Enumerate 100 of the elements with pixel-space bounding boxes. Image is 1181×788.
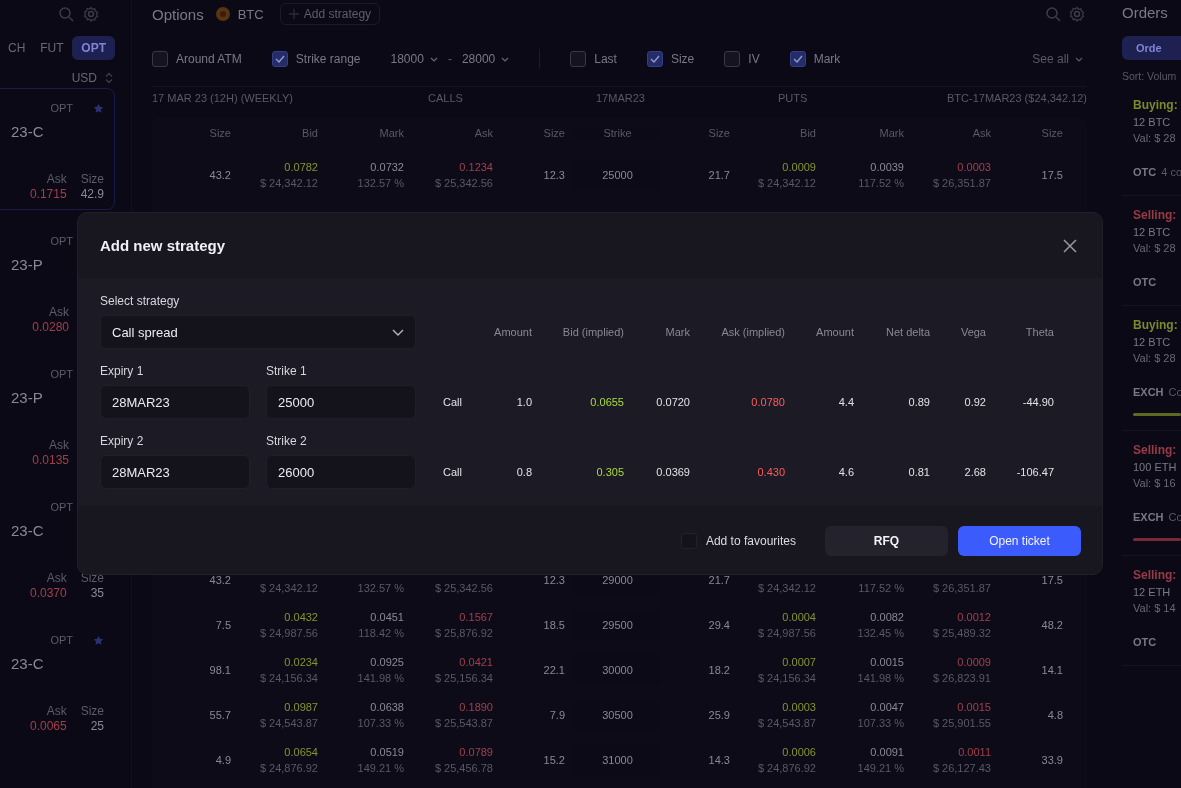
primary-button[interactable]: Open ticket bbox=[958, 526, 1081, 556]
cell-subvalue: $ 24,987.56 bbox=[757, 625, 816, 641]
market-tab[interactable]: FUT bbox=[34, 36, 70, 60]
checkbox[interactable] bbox=[271, 51, 288, 67]
expiry-field[interactable]: 28MAR23 bbox=[100, 385, 250, 419]
cell-subvalue: 141.98 % bbox=[357, 670, 404, 686]
secondary-button[interactable]: RFQ bbox=[825, 526, 948, 556]
ask-label: Ask bbox=[46, 704, 67, 718]
star-icon[interactable] bbox=[93, 634, 104, 646]
chevron-down-icon bbox=[1075, 56, 1083, 62]
checkbox[interactable] bbox=[724, 51, 741, 67]
order-card[interactable]: Selling: 12 ETH Val: $ 14 OTC bbox=[1122, 556, 1181, 666]
table-cell-text: 0.0369 bbox=[655, 466, 690, 478]
instrument-name: 23-P bbox=[10, 256, 44, 273]
cell-subvalue: 118.42 % bbox=[358, 625, 404, 641]
column-header: Amount bbox=[815, 326, 854, 338]
asset-label[interactable]: BTC bbox=[237, 6, 264, 22]
order-card[interactable]: Selling: 12 BTC Val: $ 28 OTC bbox=[1122, 196, 1181, 306]
checkbox[interactable] bbox=[646, 51, 663, 67]
ask-value: 0.0370 bbox=[29, 586, 67, 600]
cell-subvalue: $ 24,543.87 bbox=[757, 715, 816, 731]
table-cell-text: 21.7 bbox=[708, 167, 730, 183]
table-cell-text: 18.2 bbox=[708, 662, 730, 678]
table-cell-text: 0.92 bbox=[963, 396, 986, 408]
order-quantity: 12 ETH bbox=[1133, 585, 1172, 600]
order-value: Val: $ 28 bbox=[1133, 241, 1177, 256]
checkbox[interactable] bbox=[789, 51, 806, 67]
table-cell-text: 0.0234 bbox=[284, 654, 318, 670]
order-card[interactable]: Buying: 12 BTC Val: $ 28 OTC 4 co bbox=[1122, 86, 1181, 196]
ask-label: Ask bbox=[46, 172, 67, 186]
table-cell-text: 0.0011 bbox=[958, 744, 991, 760]
strike-field[interactable]: 25000 bbox=[266, 385, 416, 419]
table-cell-text: 0.0925 bbox=[370, 654, 404, 670]
table-cell-text: 7.5 bbox=[215, 617, 231, 633]
filter-label: Around ATM bbox=[176, 52, 242, 66]
table-cell-text: 0.81 bbox=[907, 466, 930, 478]
see-all-dropdown[interactable]: See all bbox=[1032, 52, 1083, 66]
settings-icon[interactable] bbox=[1069, 6, 1085, 22]
table-cell-text: 0.0432 bbox=[284, 609, 318, 625]
checkbox[interactable] bbox=[570, 51, 587, 67]
column-header: Size bbox=[707, 127, 730, 139]
table-cell-text: 0.0004 bbox=[782, 609, 816, 625]
star-icon[interactable] bbox=[93, 102, 104, 114]
market-tab[interactable]: OPT bbox=[72, 36, 115, 60]
table-cell-text: 0.0654 bbox=[284, 744, 318, 760]
field-label: Expiry 1 bbox=[100, 363, 145, 379]
column-toggle-label: Size bbox=[670, 52, 695, 66]
settings-icon[interactable] bbox=[83, 6, 99, 22]
column-header: Amount bbox=[493, 326, 532, 338]
order-side: Selling: bbox=[1133, 207, 1178, 224]
table-cell-text: 0.0638 bbox=[370, 699, 404, 715]
strategy-dropdown[interactable]: Call spread bbox=[100, 315, 416, 349]
currency-label[interactable]: USD bbox=[71, 71, 97, 85]
table-cell-text: 0.0789 bbox=[459, 744, 493, 760]
orders-title: Orders bbox=[1122, 3, 1169, 23]
column-header: Size bbox=[208, 127, 231, 139]
market-tab[interactable]: CH bbox=[2, 36, 32, 60]
close-icon[interactable] bbox=[1063, 238, 1077, 253]
table-cell-text: 4.8 bbox=[1047, 707, 1063, 723]
order-quantity: 12 BTC bbox=[1133, 115, 1172, 130]
table-cell-text: 0.89 bbox=[907, 396, 930, 408]
sort-arrows-icon[interactable] bbox=[105, 72, 113, 84]
instrument-card[interactable]: OPT 23-C Ask 0.0065 Size 25 bbox=[0, 620, 115, 742]
expiry-field[interactable]: 28MAR23 bbox=[100, 455, 250, 489]
instrument-tag: OPT bbox=[50, 368, 73, 380]
cell-subvalue: $ 24,342.12 bbox=[259, 175, 318, 191]
order-side: Selling: bbox=[1133, 442, 1178, 459]
range-to-dropdown[interactable]: 28000 bbox=[461, 52, 510, 66]
order-value: Val: $ 28 bbox=[1133, 131, 1177, 146]
option-type: Call bbox=[443, 466, 463, 478]
add-strategy-button[interactable]: Add strategy bbox=[279, 3, 381, 25]
order-value: Val: $ 14 bbox=[1133, 601, 1177, 616]
search-icon[interactable] bbox=[1045, 6, 1061, 22]
table-cell-text: 0.8 bbox=[515, 466, 532, 478]
table-cell-text: 31000 bbox=[602, 752, 633, 768]
range-from-dropdown[interactable]: 18000 bbox=[390, 52, 438, 66]
instrument-name: 23-C bbox=[10, 655, 45, 672]
field-label: Select strategy bbox=[100, 293, 181, 309]
table-cell-text: 0.0007 bbox=[782, 654, 816, 670]
table-cell-text: -106.47 bbox=[1015, 466, 1054, 478]
search-icon[interactable] bbox=[58, 6, 74, 22]
check-icon bbox=[792, 55, 803, 63]
sort-label[interactable]: Sort: Volum bbox=[1122, 70, 1181, 86]
field-label: Strike 1 bbox=[266, 363, 308, 379]
orders-tab[interactable]: Orde bbox=[1122, 36, 1181, 60]
size-value: 25 bbox=[90, 719, 104, 733]
checkbox[interactable] bbox=[152, 51, 168, 67]
column-toggle-label: IV bbox=[748, 52, 760, 66]
table-cell-text: 17.5 bbox=[1041, 167, 1063, 183]
column-header: Mark bbox=[378, 127, 404, 139]
instrument-tag: OPT bbox=[50, 235, 73, 247]
table-cell-text: 30500 bbox=[602, 707, 633, 723]
table-cell-text: 0.0047 bbox=[870, 699, 904, 715]
cell-subvalue: $ 25,876.92 bbox=[434, 625, 493, 641]
cell-subvalue: 149.21 % bbox=[357, 760, 404, 776]
strike-field[interactable]: 26000 bbox=[266, 455, 416, 489]
instrument-card[interactable]: OPT 23-C Ask 0.1715 Size 42.9 bbox=[0, 88, 115, 210]
table-cell-text: 0.430 bbox=[756, 466, 785, 478]
table-cell-text: 29500 bbox=[602, 617, 633, 633]
section-label: 17 MAR 23 (12H) (WEEKLY) bbox=[152, 91, 294, 104]
